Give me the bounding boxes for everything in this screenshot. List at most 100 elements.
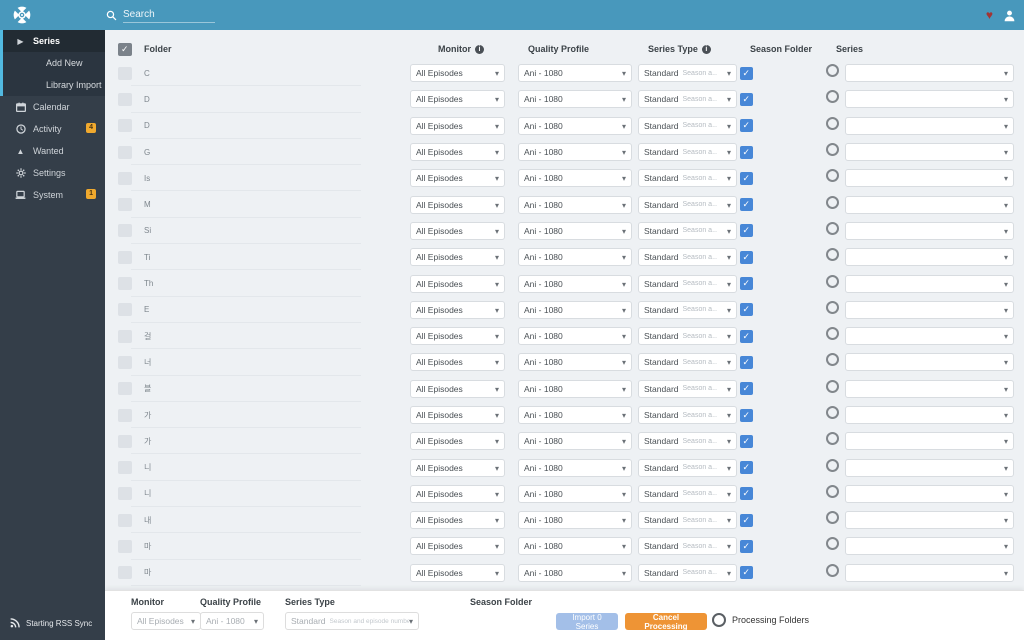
monitor-select[interactable]: All Episodes <box>410 537 505 556</box>
row-checkbox[interactable] <box>118 566 132 580</box>
monitor-select[interactable]: All Episodes <box>410 406 505 424</box>
monitor-select[interactable]: All Episodes <box>410 221 505 240</box>
row-checkbox[interactable] <box>118 355 132 369</box>
quality-profile-select[interactable]: Ani - 1080 <box>518 406 632 424</box>
quality-profile-select[interactable]: Ani - 1080 <box>518 458 632 477</box>
series-type-select[interactable]: Standard Season a... <box>638 116 737 135</box>
info-icon[interactable]: i <box>701 44 711 54</box>
monitor-select[interactable]: All Episodes <box>410 353 505 372</box>
season-folder-checkbox[interactable] <box>740 66 753 80</box>
quality-profile-select[interactable]: Ani - 1080 <box>518 274 632 293</box>
season-folder-checkbox[interactable] <box>740 434 753 448</box>
series-select[interactable] <box>845 484 1014 503</box>
quality-profile-select[interactable]: Ani - 1080 <box>518 432 632 451</box>
season-folder-checkbox[interactable] <box>740 171 753 185</box>
row-checkbox[interactable] <box>118 539 132 553</box>
user-icon[interactable] <box>1003 9 1016 22</box>
series-select[interactable] <box>845 90 1014 109</box>
row-checkbox[interactable] <box>118 171 132 185</box>
quality-profile-select[interactable]: Ani - 1080 <box>518 143 632 162</box>
series-type-select[interactable]: Standard Season a... <box>638 64 737 83</box>
series-type-select[interactable]: Standard Season a... <box>638 484 737 503</box>
series-select[interactable] <box>845 169 1014 188</box>
sidebar-item-add-new[interactable]: Add New <box>3 52 105 74</box>
select-all-checkbox[interactable] <box>118 42 132 56</box>
row-checkbox[interactable] <box>118 434 132 448</box>
series-select[interactable] <box>845 248 1014 267</box>
series-select[interactable] <box>845 458 1014 477</box>
series-type-select[interactable]: Standard Season a... <box>638 511 737 530</box>
quality-profile-select[interactable]: Ani - 1080 <box>518 300 632 319</box>
series-type-select[interactable]: Standard Season a... <box>638 274 737 293</box>
sidebar-item-system[interactable]: System 1 <box>0 184 105 206</box>
series-type-select[interactable]: Standard Season a... <box>638 537 737 556</box>
series-type-select[interactable]: Standard Season a... <box>638 327 737 346</box>
row-checkbox[interactable] <box>118 303 132 317</box>
import-series-button[interactable]: Import 0 Series <box>556 613 618 631</box>
season-folder-checkbox[interactable] <box>740 566 753 580</box>
season-folder-checkbox[interactable] <box>740 355 753 369</box>
quality-profile-select[interactable]: Ani - 1080 <box>518 248 632 267</box>
sidebar-item-series[interactable]: ▶ Series <box>3 30 105 52</box>
season-folder-checkbox[interactable] <box>740 408 753 422</box>
season-folder-checkbox[interactable] <box>740 382 753 396</box>
quality-profile-select[interactable]: Ani - 1080 <box>518 195 632 214</box>
sidebar-item-activity[interactable]: Activity 4 <box>0 118 105 140</box>
info-icon[interactable]: i <box>475 44 484 54</box>
footer-monitor-select[interactable]: All Episodes <box>131 612 201 630</box>
monitor-select[interactable]: All Episodes <box>410 432 505 451</box>
row-checkbox[interactable] <box>118 487 132 501</box>
series-type-select[interactable]: Standard Season a... <box>638 300 737 319</box>
season-folder-checkbox[interactable] <box>740 539 753 553</box>
series-select[interactable] <box>845 432 1014 451</box>
series-select[interactable] <box>845 563 1014 582</box>
row-checkbox[interactable] <box>118 277 132 291</box>
series-select[interactable] <box>845 511 1014 530</box>
series-type-select[interactable]: Standard Season a... <box>638 90 737 109</box>
series-type-select[interactable]: Standard Season a... <box>638 143 737 162</box>
series-select[interactable] <box>845 143 1014 162</box>
series-select[interactable] <box>845 300 1014 319</box>
series-select[interactable] <box>845 116 1014 135</box>
sidebar-item-library-import[interactable]: Library Import <box>3 74 105 96</box>
monitor-select[interactable]: All Episodes <box>410 248 505 267</box>
quality-profile-select[interactable]: Ani - 1080 <box>518 116 632 135</box>
cancel-processing-button[interactable]: Cancel Processing <box>625 613 707 631</box>
monitor-select[interactable]: All Episodes <box>410 143 505 162</box>
season-folder-checkbox[interactable] <box>740 198 753 212</box>
row-checkbox[interactable] <box>118 461 132 475</box>
season-folder-checkbox[interactable] <box>740 119 753 133</box>
monitor-select[interactable]: All Episodes <box>410 90 505 109</box>
monitor-select[interactable]: All Episodes <box>410 458 505 477</box>
series-type-select[interactable]: Standard Season a... <box>638 379 737 398</box>
row-checkbox[interactable] <box>118 408 132 422</box>
series-type-select[interactable]: Standard Season a... <box>638 406 737 424</box>
season-folder-checkbox[interactable] <box>740 224 753 238</box>
quality-profile-select[interactable]: Ani - 1080 <box>518 484 632 503</box>
monitor-select[interactable]: All Episodes <box>410 195 505 214</box>
row-checkbox[interactable] <box>118 198 132 212</box>
quality-profile-select[interactable]: Ani - 1080 <box>518 353 632 372</box>
footer-quality-select[interactable]: Ani - 1080 <box>200 612 264 630</box>
season-folder-checkbox[interactable] <box>740 487 753 501</box>
season-folder-checkbox[interactable] <box>740 145 753 159</box>
row-checkbox[interactable] <box>118 250 132 264</box>
monitor-select[interactable]: All Episodes <box>410 511 505 530</box>
series-select[interactable] <box>845 274 1014 293</box>
sidebar-item-settings[interactable]: Settings <box>0 162 105 184</box>
monitor-select[interactable]: All Episodes <box>410 327 505 346</box>
series-select[interactable] <box>845 406 1014 424</box>
quality-profile-select[interactable]: Ani - 1080 <box>518 221 632 240</box>
row-checkbox[interactable] <box>118 382 132 396</box>
series-select[interactable] <box>845 327 1014 346</box>
series-type-select[interactable]: Standard Season a... <box>638 432 737 451</box>
monitor-select[interactable]: All Episodes <box>410 169 505 188</box>
row-checkbox[interactable] <box>118 119 132 133</box>
series-type-select[interactable]: Standard Season a... <box>638 458 737 477</box>
quality-profile-select[interactable]: Ani - 1080 <box>518 64 632 83</box>
quality-profile-select[interactable]: Ani - 1080 <box>518 563 632 582</box>
series-type-select[interactable]: Standard Season a... <box>638 169 737 188</box>
season-folder-checkbox[interactable] <box>740 303 753 317</box>
app-logo-icon[interactable] <box>12 5 32 25</box>
sidebar-item-wanted[interactable]: ▲ Wanted <box>0 140 105 162</box>
